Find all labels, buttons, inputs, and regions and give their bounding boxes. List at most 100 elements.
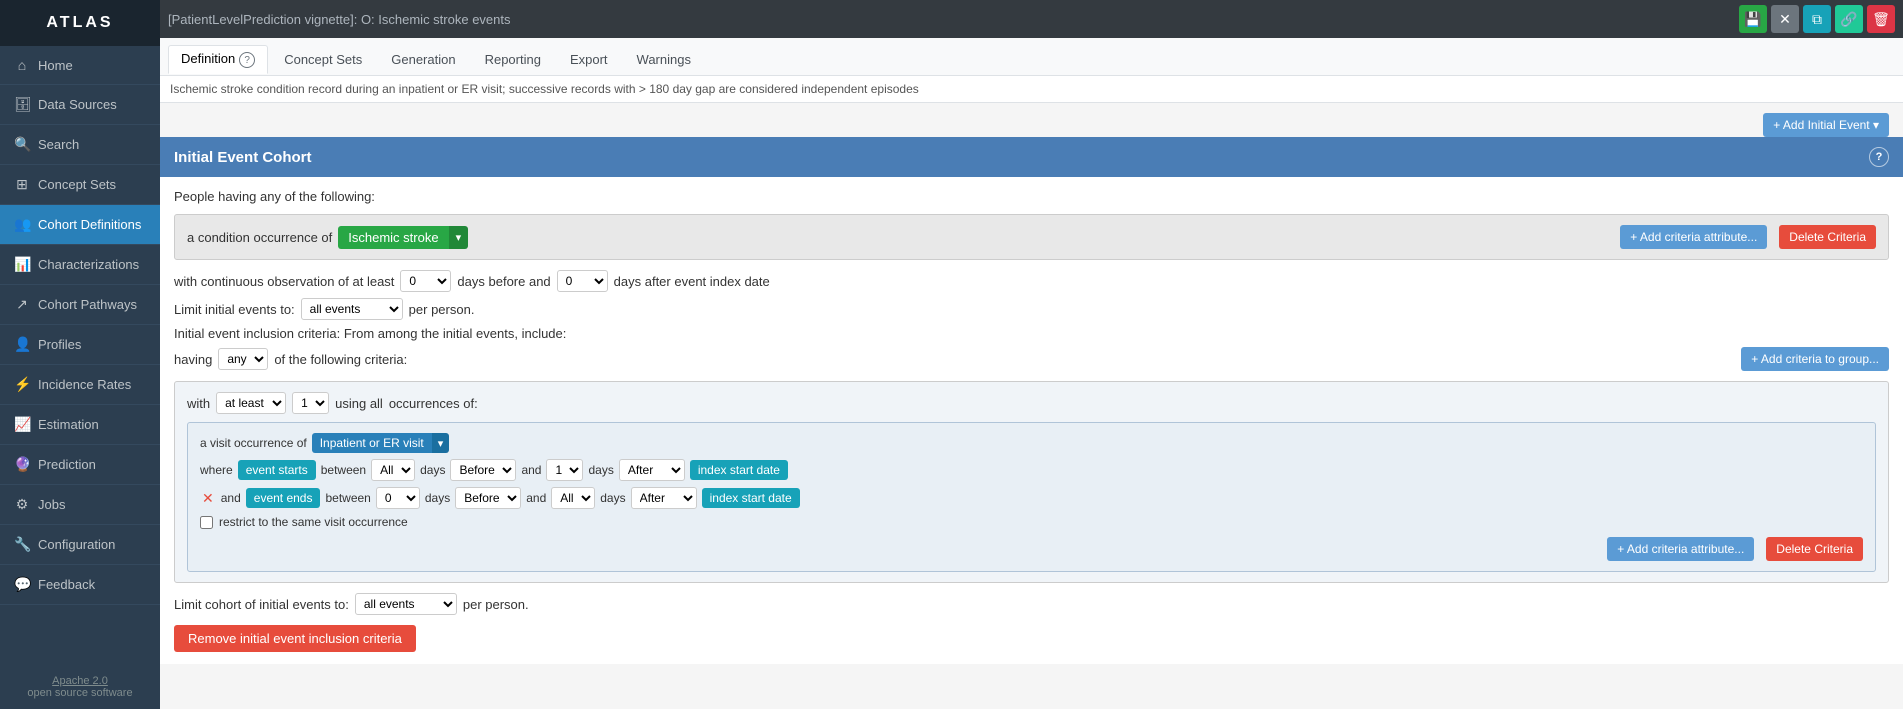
where-event-starts-row: where event starts between All0130 days … [200,459,1863,481]
days-before-select[interactable]: 0130180 [400,270,451,292]
sidebar-label-search: Search [38,137,79,152]
apache-link[interactable]: Apache 2.0 [52,675,108,687]
concept-btn-group: Ischemic stroke ▾ [338,226,468,249]
people-having-text: People having any of the following: [174,189,1889,204]
delete-criteria-button2[interactable]: Delete Criteria [1766,537,1863,561]
sidebar-label-home: Home [38,58,73,73]
sidebar: ATLAS ⌂ Home🗄 Data Sources🔍 Search⊞ Conc… [0,0,160,709]
ischemic-stroke-button[interactable]: Ischemic stroke [338,226,448,249]
before-val2-select[interactable]: BeforeAfter [455,487,521,509]
criteria-left: a condition occurrence of Ischemic strok… [187,226,1610,249]
link-icon-button[interactable]: 🔗 [1835,5,1863,33]
limit-select[interactable]: all eventsearliest eventlatest event [301,298,403,320]
sidebar-item-data-sources[interactable]: 🗄 Data Sources [0,85,160,125]
estimation-icon: 📈 [14,416,30,433]
tab-generation[interactable]: Generation [378,46,468,73]
sidebar-label-cohort-definitions: Cohort Definitions [38,217,141,232]
add-criteria-attr-button[interactable]: + Add criteria attribute... [1620,225,1767,249]
sidebar-item-cohort-definitions[interactable]: 👥 Cohort Definitions [0,205,160,245]
feedback-icon: 💬 [14,576,30,593]
event-ends-row: ✕ and event ends between 0130 days Befor… [200,487,1863,509]
sidebar-item-home[interactable]: ⌂ Home [0,46,160,85]
index-start-date1-button[interactable]: index start date [690,460,788,480]
restrict-checkbox[interactable] [200,516,213,529]
tabs-bar: Definition?Concept SetsGenerationReporti… [160,38,1903,76]
visit-concept-group: Inpatient or ER visit ▾ [312,433,450,453]
remove-event-ends-button[interactable]: ✕ [200,490,216,507]
limit-row: Limit initial events to: all eventsearli… [174,298,1889,320]
n2-select[interactable]: 0130 [376,487,420,509]
sidebar-item-estimation[interactable]: 📈 Estimation [0,405,160,445]
delete-icon-button[interactable]: 🗑 [1867,5,1895,33]
restrict-row: restrict to the same visit occurrence [200,515,1863,529]
before-val1-select[interactable]: BeforeAfter [450,459,516,481]
sidebar-footer: Apache 2.0 open source software [0,665,160,709]
sidebar-label-characterizations: Characterizations [38,257,139,272]
sidebar-item-profiles[interactable]: 👤 Profiles [0,325,160,365]
tab-definition-help-icon[interactable]: ? [239,52,255,68]
days-after-select[interactable]: 0130180 [557,270,608,292]
sidebar-item-feedback[interactable]: 💬 Feedback [0,565,160,605]
sidebar-label-incidence-rates: Incidence Rates [38,377,131,392]
criteria-prefix: a condition occurrence of [187,230,332,245]
tab-definition[interactable]: Definition? [168,45,268,75]
limit-cohort-row: Limit cohort of initial events to: all e… [174,593,1889,615]
sidebar-item-search[interactable]: 🔍 Search [0,125,160,165]
tab-warnings[interactable]: Warnings [624,46,704,73]
copy-icon-button[interactable]: ⧉ [1803,5,1831,33]
help-icon[interactable]: ? [1869,147,1889,167]
limit-cohort-select[interactable]: all eventsearliest eventlatest event [355,593,457,615]
n1-select[interactable]: 107 [546,459,583,481]
topbar: [PatientLevelPrediction vignette]: O: Is… [160,0,1903,38]
having-select[interactable]: anyall [218,348,268,370]
inner-criteria-box: a visit occurrence of Inpatient or ER vi… [187,422,1876,572]
observation-row: with continuous observation of at least … [174,270,1889,292]
tab-concept-sets[interactable]: Concept Sets [271,46,375,73]
where-label: where [200,463,233,477]
after-val2-select[interactable]: AfterBefore [631,487,697,509]
at-least-select[interactable]: at leastexactlyat most [216,392,286,414]
close-icon-button[interactable]: ✕ [1771,5,1799,33]
add-initial-event-button[interactable]: + Add Initial Event ▾ [1763,113,1889,137]
limit-suffix: per person. [409,302,475,317]
count-select[interactable]: 123 [292,392,329,414]
main-panel: [PatientLevelPrediction vignette]: O: Is… [160,0,1903,709]
delete-criteria-button[interactable]: Delete Criteria [1779,225,1876,249]
sidebar-item-prediction[interactable]: 🔮 Prediction [0,445,160,485]
sidebar-item-jobs[interactable]: ⚙ Jobs [0,485,160,525]
days-label4: days [600,491,625,505]
inpatient-er-visit-dropdown[interactable]: ▾ [432,433,450,453]
event-ends-button[interactable]: event ends [246,488,321,508]
tab-reporting[interactable]: Reporting [472,46,554,73]
after-val1-select[interactable]: AfterBefore [619,459,685,481]
characterizations-icon: 📊 [14,256,30,273]
save-icon-button[interactable]: 💾 [1739,5,1767,33]
app-logo: ATLAS [0,0,160,46]
add-criteria-to-group-button[interactable]: + Add criteria to group... [1741,347,1889,371]
restrict-label: restrict to the same visit occurrence [219,515,408,529]
with-label: with [187,396,210,411]
sidebar-item-configuration[interactable]: 🔧 Configuration [0,525,160,565]
tab-export[interactable]: Export [557,46,621,73]
ischemic-stroke-dropdown[interactable]: ▾ [449,226,469,249]
days-label3: days [425,491,450,505]
profiles-icon: 👤 [14,336,30,353]
index-start-date2-button[interactable]: index start date [702,488,800,508]
sidebar-label-cohort-pathways: Cohort Pathways [38,297,137,312]
sidebar-item-characterizations[interactable]: 📊 Characterizations [0,245,160,285]
inpatient-er-visit-button[interactable]: Inpatient or ER visit [312,433,432,453]
initial-event-title: Initial Event Cohort [174,149,312,166]
description-bar: Ischemic stroke condition record during … [160,76,1903,103]
event-starts-button[interactable]: event starts [238,460,316,480]
add-criteria-attr-button2[interactable]: + Add criteria attribute... [1607,537,1754,561]
visit-row: a visit occurrence of Inpatient or ER vi… [200,433,1863,453]
all-val2-select[interactable]: All01 [551,487,595,509]
days-label2: days [588,463,613,477]
sidebar-label-concept-sets: Concept Sets [38,177,116,192]
sidebar-item-cohort-pathways[interactable]: ↗ Cohort Pathways [0,285,160,325]
sidebar-item-incidence-rates[interactable]: ⚡ Incidence Rates [0,365,160,405]
inclusion-title-bold: Initial event inclusion criteria: [174,326,340,341]
all-val1-select[interactable]: All0130 [371,459,415,481]
sidebar-item-concept-sets[interactable]: ⊞ Concept Sets [0,165,160,205]
remove-inclusion-button[interactable]: Remove initial event inclusion criteria [174,625,416,652]
